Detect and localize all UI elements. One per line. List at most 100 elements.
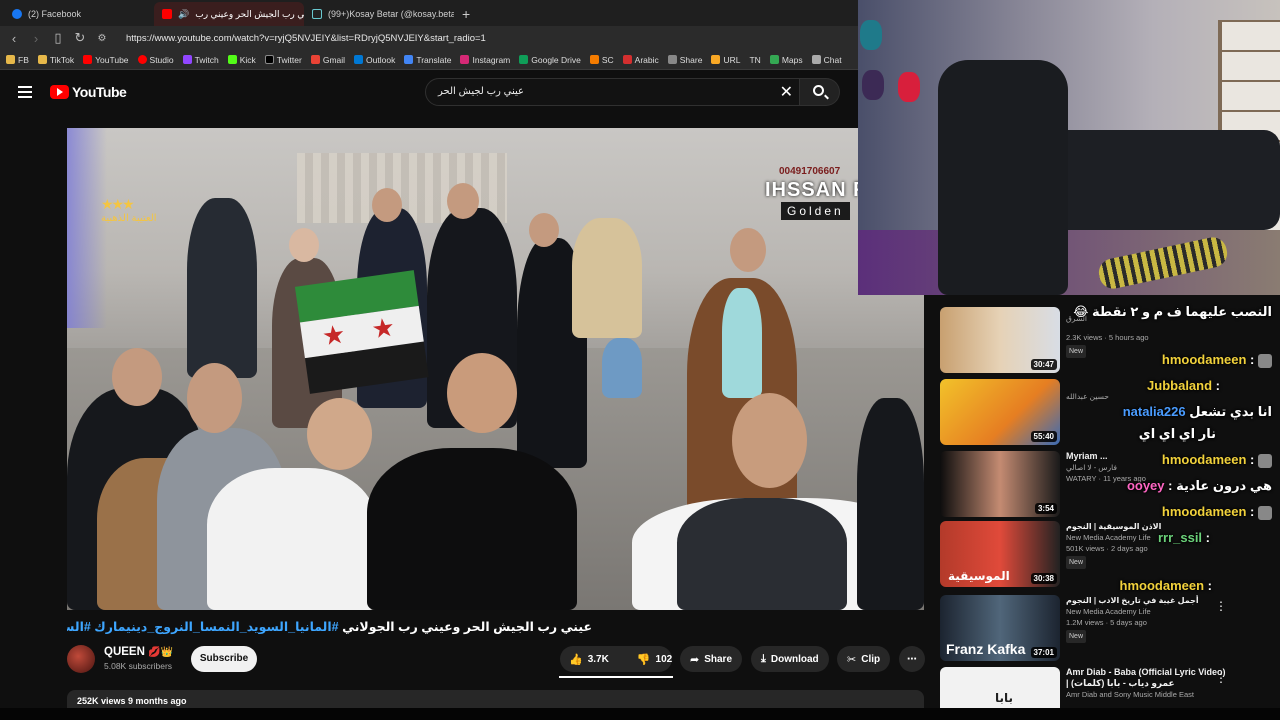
chat-icon — [811, 55, 821, 64]
chat-user: hmoodameen — [1161, 504, 1247, 519]
webcam-lamp — [898, 72, 920, 102]
new-tab-button[interactable]: + — [454, 6, 478, 26]
recommendation-thumbnail[interactable]: Franz Kafka 37:01 — [940, 595, 1060, 661]
syrian-flag: ★ ★ — [294, 270, 429, 396]
bookmark-icon[interactable]: ▯ — [52, 30, 64, 46]
link-icon — [711, 55, 721, 64]
bookmark-twitter[interactable]: Twitter — [264, 55, 302, 65]
more-actions-button[interactable]: ⋯ — [899, 646, 925, 672]
arabic-icon — [622, 55, 632, 64]
recommendation-thumbnail[interactable]: الموسيقية 30:38 — [940, 521, 1060, 587]
bookmark-translate[interactable]: Translate — [404, 55, 451, 65]
recommendation-thumbnail[interactable]: 30:47 — [940, 307, 1060, 373]
download-button[interactable]: ⤓ Download — [751, 646, 829, 672]
bookmark-drive[interactable]: Google Drive — [519, 55, 581, 65]
bookmark-share[interactable]: Share — [667, 55, 702, 65]
tab-label: (2) Facebook — [28, 9, 82, 19]
recommendation-thumbnail[interactable]: 55:40 — [940, 379, 1060, 445]
bookmark-instagram[interactable]: Instagram — [460, 55, 510, 65]
download-label: Download — [770, 653, 819, 665]
stream-chat-overlay: 😂 النصب عليهما ف م و ٢ نقطة hmoodameen :… — [1073, 280, 1280, 593]
recommendation-thumbnail[interactable]: 3:54 — [940, 451, 1060, 517]
clip-button[interactable]: ✂ Clip — [837, 646, 891, 672]
forward-icon[interactable]: › — [30, 31, 42, 46]
subscribe-button[interactable]: Subscribe — [191, 646, 257, 672]
logo-text: YouTube — [72, 84, 127, 100]
youtube-icon — [83, 55, 93, 64]
folder-icon — [6, 55, 15, 64]
site-info-icon[interactable]: ⚙ — [96, 33, 108, 44]
bookmark-fb[interactable]: FB — [6, 55, 29, 65]
search-button[interactable] — [800, 78, 840, 106]
youtube-play-icon — [50, 85, 69, 99]
channel-avatar[interactable] — [67, 645, 95, 673]
download-icon: ⤓ — [761, 652, 766, 665]
bookmark-label: Instagram — [472, 54, 511, 65]
tab-facebook[interactable]: (2) Facebook — [4, 2, 154, 26]
flag-star-icon: ★ — [320, 318, 348, 352]
url-field[interactable]: https://www.youtube.com/watch?v=ryjQ5NVJ… — [126, 33, 486, 44]
dislike-button[interactable]: 👎 102 — [628, 646, 681, 672]
dislike-count: 102 — [655, 653, 673, 665]
view-count-date: 252K views 9 months ago — [77, 696, 187, 706]
video-person — [722, 288, 762, 398]
share-icon — [667, 55, 677, 64]
video-person-head — [732, 393, 807, 488]
new-badge: New — [1066, 556, 1087, 569]
recommendation-channel: New Media Academy Life — [1066, 607, 1151, 616]
bookmark-tn[interactable]: TN — [749, 55, 760, 65]
bookmark-label: Outlook — [366, 54, 396, 65]
tab-label: (99+)Kosay Betar (@kosay.betar) | Ti — [328, 9, 454, 19]
bookmark-gmail[interactable]: Gmail — [310, 54, 346, 65]
emote-icon — [1258, 505, 1272, 520]
bookmark-sc[interactable]: SC — [589, 55, 614, 65]
bookmark-twitch[interactable]: Twitch — [182, 55, 219, 65]
chat-message: 😂 النصب عليهما ف م و ٢ نقطة — [1073, 304, 1272, 320]
reload-icon[interactable]: ↻ — [74, 30, 86, 46]
chat-text: 😂 النصب عليهما ف م و ٢ نقطة — [1073, 304, 1272, 319]
share-button[interactable]: ➦ Share — [680, 646, 743, 672]
bookmark-outlook[interactable]: Outlook — [354, 55, 395, 65]
bookmark-label: Kick — [239, 54, 256, 65]
video-person-head — [187, 363, 242, 433]
bookmark-label: TN — [749, 54, 761, 65]
menu-icon[interactable] — [18, 86, 32, 98]
bookmark-url[interactable]: URL — [711, 55, 740, 65]
bookmark-arabic[interactable]: Arabic — [622, 55, 659, 65]
search-input[interactable]: عيني رب لجيش الحر ✕ — [425, 78, 800, 106]
chat-user: ooyey — [1126, 478, 1165, 493]
bookmark-chat[interactable]: Chat — [811, 55, 842, 65]
recommendation-info: أجمل غيبة في تاريخ الادب | النجوم New Me… — [1066, 595, 1226, 643]
tab-tiktok[interactable]: (99+)Kosay Betar (@kosay.betar) | Ti — [304, 2, 454, 26]
thumbs-down-icon: 👎 — [636, 653, 651, 666]
bookmark-youtube[interactable]: YouTube — [83, 55, 129, 65]
video-player[interactable]: ★ ★ 00491706607 IHSSAN FOTO Golden ★★★ ا… — [67, 128, 924, 610]
back-icon[interactable]: ‹ — [8, 31, 20, 46]
like-button[interactable]: 👍 3.7K — [560, 646, 618, 672]
video-person-head — [372, 188, 402, 222]
bookmark-kick[interactable]: Kick — [227, 54, 256, 65]
more-options-icon[interactable]: ⋮ — [1215, 599, 1227, 613]
title-hashtags[interactable]: #المانيا_السويد_النمسا_النروج_دينيمارك #… — [67, 620, 339, 634]
video-person-head — [447, 353, 517, 433]
like-dislike-group: 👍 3.7K 👎 102 — [560, 646, 672, 672]
more-icon: ⋯ — [907, 653, 917, 665]
more-options-icon[interactable]: ⋮ — [1215, 671, 1227, 685]
audio-icon[interactable]: 🔊 — [178, 9, 189, 20]
bookmark-tiktok[interactable]: TikTok — [37, 55, 74, 65]
chat-message: rrr_ssil : — [1157, 530, 1210, 545]
bookmark-maps[interactable]: Maps — [769, 55, 803, 65]
channel-name[interactable]: QUEEN 💋👑 — [104, 646, 173, 658]
clear-search-icon[interactable]: ✕ — [780, 82, 793, 102]
bookmark-label: Gmail — [322, 54, 346, 65]
youtube-logo[interactable]: YouTube — [50, 84, 127, 100]
address-bar-row: ‹ › ▯ ↻ ⚙ https://www.youtube.com/watch?… — [0, 26, 860, 50]
chat-message: ooyey : هي درون عادية — [1126, 478, 1272, 493]
video-person-head — [289, 228, 319, 262]
badge-text: العتيبة الذهبية — [101, 213, 157, 224]
chat-message: hmoodameen : — [1119, 578, 1212, 593]
tab-youtube[interactable]: 🔊 عيني رب الجيش الحر وعيني رب ✕ — [154, 2, 304, 26]
share-arrow-icon: ➦ — [690, 653, 700, 666]
thumbnail-text: بابا — [995, 691, 1014, 705]
bookmark-studio[interactable]: Studio — [137, 55, 174, 65]
